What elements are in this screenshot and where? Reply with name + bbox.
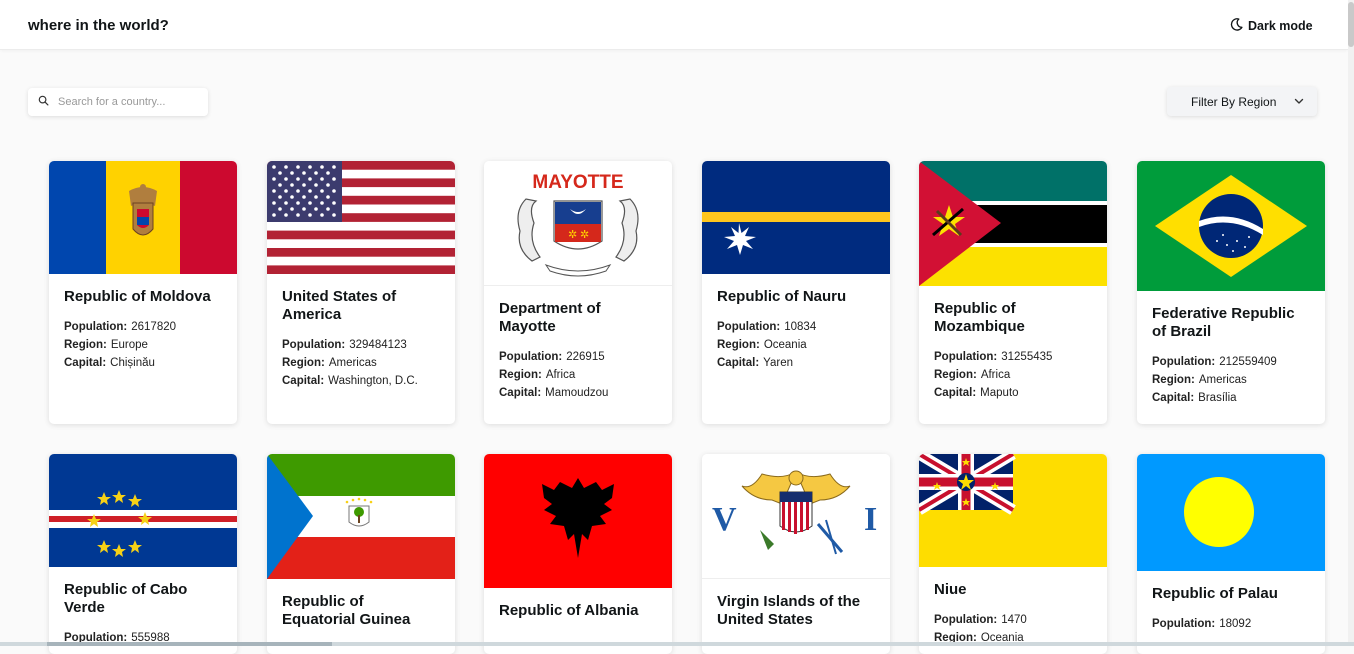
flag-image-mozambique — [919, 161, 1107, 286]
moon-icon — [1229, 17, 1244, 35]
region-value: Americas — [329, 357, 377, 369]
dark-mode-label: Dark mode — [1248, 19, 1313, 33]
region-label: Region: — [717, 339, 760, 351]
country-name: Republic of Nauru — [717, 288, 875, 306]
population-label: Population: — [64, 321, 127, 333]
capital-label: Capital: — [499, 387, 541, 399]
population-label: Population: — [282, 339, 345, 351]
population-value: 212559409 — [1219, 356, 1277, 368]
region-value: Europe — [111, 339, 148, 351]
country-card[interactable]: Republic of Equatorial Guinea — [267, 454, 455, 654]
population-value: 1470 — [1001, 614, 1027, 626]
capital-value: Washington, D.C. — [328, 375, 418, 387]
country-card[interactable]: MAYOTTE ✲ ✲ Department of Mayotte Popula… — [484, 161, 672, 424]
population-label: Population: — [934, 614, 997, 626]
svg-text:✲: ✲ — [580, 228, 589, 241]
country-card[interactable]: Republic of Moldova Population: 2617820 R… — [49, 161, 237, 424]
svg-text:V: V — [712, 501, 737, 538]
country-name: Niue — [934, 581, 1092, 599]
country-name: Republic of Moldova — [64, 288, 222, 306]
flag-image-us-virgin-islands: V I — [702, 454, 890, 579]
app-header: where in the world? Dark mode — [0, 0, 1348, 50]
population-label: Population: — [1152, 618, 1215, 630]
dark-mode-toggle[interactable]: Dark mode — [1229, 17, 1313, 35]
country-card[interactable]: Republic of Mozambique Population: 312554… — [919, 161, 1107, 424]
capital-label: Capital: — [64, 357, 106, 369]
country-name: Republic of Equatorial Guinea — [282, 593, 440, 629]
filter-label: Filter By Region — [1191, 95, 1276, 109]
svg-text:I: I — [864, 501, 877, 538]
vertical-scrollbar-thumb[interactable] — [1348, 2, 1354, 47]
capital-value: Maputo — [980, 387, 1018, 399]
country-name: Republic of Palau — [1152, 585, 1310, 603]
capital-value: Yaren — [763, 357, 793, 369]
population-label: Population: — [1152, 356, 1215, 368]
capital-value: Brasília — [1198, 392, 1236, 404]
flag-image-cabo-verde — [49, 454, 237, 567]
capital-label: Capital: — [1152, 392, 1194, 404]
region-value: Africa — [546, 369, 575, 381]
country-name: Virgin Islands of the United States — [717, 593, 875, 629]
country-name: Republic of Albania — [499, 602, 657, 620]
chevron-down-icon — [1293, 95, 1305, 107]
flag-image-niue — [919, 454, 1107, 567]
region-value: Americas — [1199, 374, 1247, 386]
population-value: 329484123 — [349, 339, 407, 351]
country-name: United States of America — [282, 288, 440, 324]
search-icon — [38, 93, 49, 111]
flag-image-brazil — [1137, 161, 1325, 291]
svg-text:✲: ✲ — [568, 228, 577, 241]
search-box[interactable] — [28, 88, 208, 116]
population-value: 31255435 — [1001, 351, 1052, 363]
region-value: Oceania — [764, 339, 807, 351]
country-name: Republic of Cabo Verde — [64, 581, 222, 617]
country-card[interactable]: Federative Republic of Brazil Population… — [1137, 161, 1325, 424]
country-name: Federative Republic of Brazil — [1152, 305, 1310, 341]
region-label: Region: — [1152, 374, 1195, 386]
population-value: 18092 — [1219, 618, 1251, 630]
capital-label: Capital: — [282, 375, 324, 387]
capital-label: Capital: — [717, 357, 759, 369]
population-label: Population: — [934, 351, 997, 363]
country-name: Republic of Mozambique — [934, 300, 1092, 336]
country-card[interactable]: Republic of Albania — [484, 454, 672, 654]
flag-image-nauru — [702, 161, 890, 274]
flag-image-equatorial-guinea — [267, 454, 455, 579]
country-name: Department of Mayotte — [499, 300, 657, 336]
flag-image-moldova — [49, 161, 237, 274]
region-label: Region: — [499, 369, 542, 381]
country-card[interactable]: Republic of Nauru Population: 10834 Regio… — [702, 161, 890, 424]
region-filter-dropdown[interactable]: Filter By Region — [1167, 87, 1317, 116]
region-label: Region: — [282, 357, 325, 369]
horizontal-scrollbar[interactable] — [0, 642, 1354, 646]
flag-image-usa — [267, 161, 455, 274]
region-label: Region: — [64, 339, 107, 351]
flag-image-mayotte: MAYOTTE ✲ ✲ — [484, 161, 672, 286]
country-card[interactable]: Republic of Palau Population: 18092 — [1137, 454, 1325, 654]
population-value: 10834 — [784, 321, 816, 333]
vertical-scrollbar[interactable] — [1348, 0, 1354, 646]
capital-value: Chișinău — [110, 357, 155, 369]
flag-image-palau — [1137, 454, 1325, 571]
horizontal-scrollbar-thumb[interactable] — [47, 642, 332, 646]
country-card[interactable]: V I Virgin Islands of the United States — [702, 454, 890, 654]
country-card[interactable]: United States of America Population: 3294… — [267, 161, 455, 424]
flag-text-mayotte: MAYOTTE — [532, 172, 623, 193]
region-value: Africa — [981, 369, 1010, 381]
population-value: 2617820 — [131, 321, 176, 333]
country-card[interactable]: Niue Population:1470 Region:Oceania — [919, 454, 1107, 654]
population-label: Population: — [717, 321, 780, 333]
country-card[interactable]: Republic of Cabo Verde Population:555988 — [49, 454, 237, 654]
population-value: 226915 — [566, 351, 604, 363]
population-label: Population: — [499, 351, 562, 363]
flag-image-albania — [484, 454, 672, 588]
search-input[interactable] — [58, 96, 198, 108]
capital-value: Mamoudzou — [545, 387, 608, 399]
capital-label: Capital: — [934, 387, 976, 399]
app-title: where in the world? — [28, 17, 169, 34]
region-label: Region: — [934, 369, 977, 381]
